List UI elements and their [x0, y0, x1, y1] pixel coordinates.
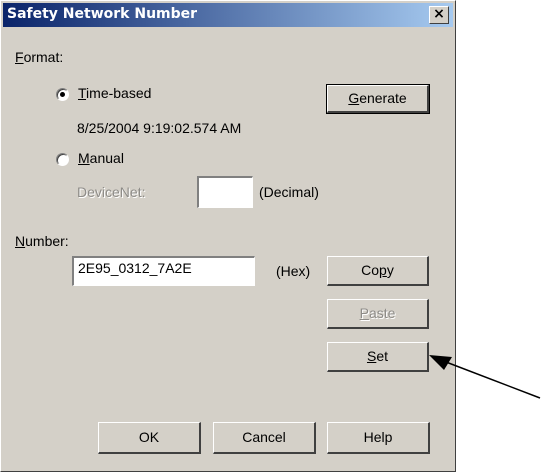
annotation-arrow: [429, 355, 541, 399]
annotation-arrow-line: [445, 361, 541, 399]
annotation-arrowhead: [429, 355, 452, 370]
